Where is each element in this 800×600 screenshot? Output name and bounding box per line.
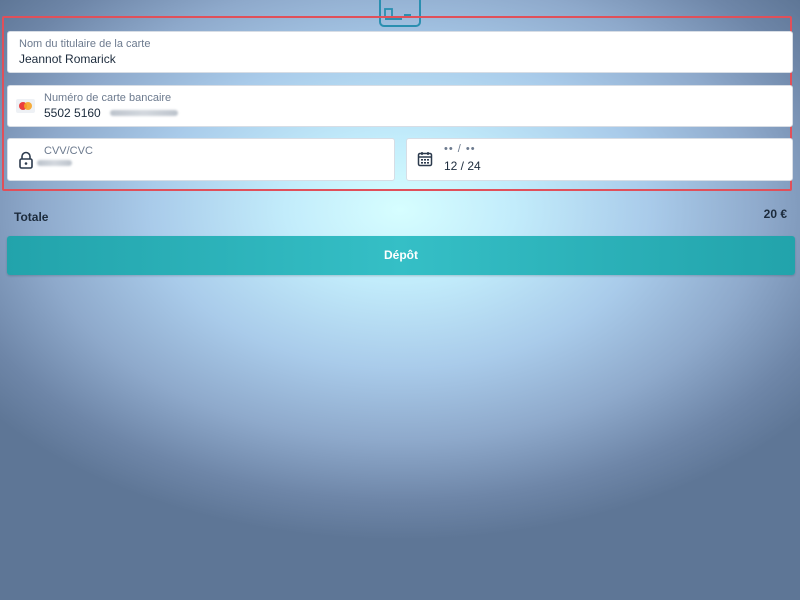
card-number-field[interactable]: Numéro de carte bancaire 5502 5160 xyxy=(7,85,793,127)
calendar-icon xyxy=(417,152,433,167)
cvv-masked-value xyxy=(37,160,72,166)
total-label: Totale xyxy=(14,210,49,224)
lock-icon xyxy=(19,151,33,169)
cardholder-name-field[interactable]: Nom du titulaire de la carte Jeannot Rom… xyxy=(7,31,793,73)
total-amount: 20 € xyxy=(763,207,787,221)
card-number-masked-digits xyxy=(110,110,178,116)
card-number-value[interactable]: 5502 5160 xyxy=(44,106,101,120)
cardholder-name-label: Nom du titulaire de la carte xyxy=(19,38,151,50)
deposit-button[interactable]: Dépôt xyxy=(7,236,795,275)
cvv-label: CVV/CVC xyxy=(44,145,93,157)
cardholder-name-value[interactable]: Jeannot Romarick xyxy=(19,52,116,66)
expiry-date-field[interactable]: •• / •• 12 / 24 xyxy=(406,138,793,181)
expiry-value[interactable]: 12 / 24 xyxy=(444,159,481,173)
mastercard-icon xyxy=(16,99,35,113)
card-number-label: Numéro de carte bancaire xyxy=(44,92,172,104)
expiry-placeholder: •• / •• xyxy=(444,143,476,155)
cvv-field[interactable]: CVV/CVC xyxy=(7,138,395,181)
